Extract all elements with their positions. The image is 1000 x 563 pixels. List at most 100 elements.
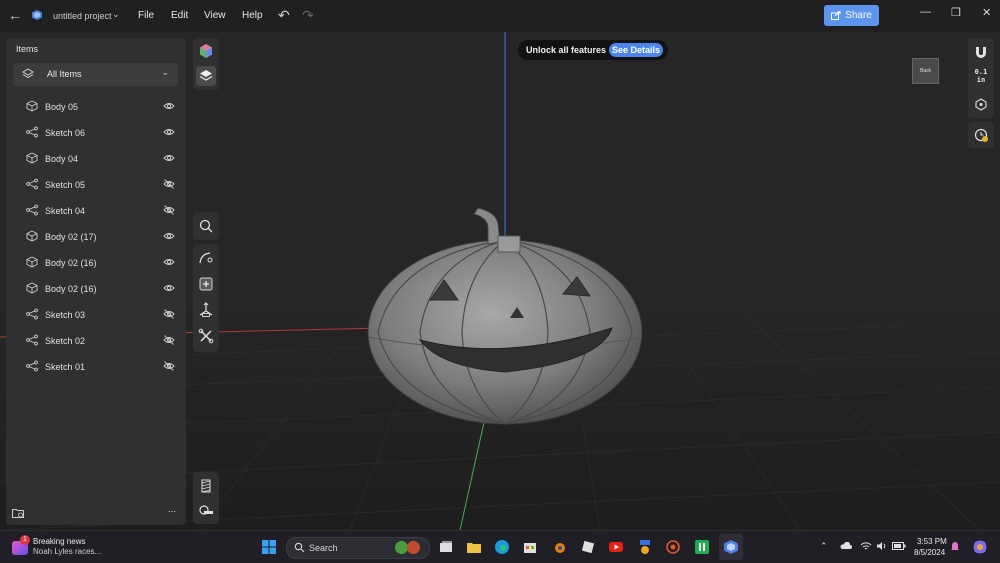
search-button[interactable] [196, 216, 216, 236]
item-row[interactable]: Sketch 04 [18, 200, 178, 222]
appearance-button[interactable] [196, 41, 216, 61]
menu-view[interactable]: View [204, 10, 226, 21]
eye-icon[interactable] [163, 153, 175, 163]
item-row[interactable]: Body 02 (17) [18, 226, 178, 248]
more-options-icon[interactable]: ... [168, 504, 176, 515]
minimize-icon[interactable]: — [920, 6, 931, 18]
measure-button[interactable] [196, 500, 216, 520]
snap-button[interactable] [971, 42, 991, 62]
sketch-nodes-icon [26, 334, 38, 346]
clock-time[interactable]: 3:53 PM [917, 537, 947, 546]
view-cube-toggle[interactable] [971, 94, 991, 114]
item-row[interactable]: Body 02 (16) [18, 252, 178, 274]
item-row[interactable]: Sketch 03 [18, 304, 178, 326]
magnet-icon [976, 47, 986, 58]
cube-gizmo-icon [975, 98, 987, 111]
body-cube-icon [26, 256, 38, 268]
wifi-icon[interactable] [860, 541, 872, 551]
undo-icon[interactable]: ↶ [278, 7, 290, 24]
tray-expand-icon[interactable]: ⌃ [820, 541, 828, 552]
item-row[interactable]: Sketch 01 [18, 356, 178, 378]
layers-button[interactable] [196, 66, 216, 86]
all-items-dropdown[interactable]: All Items ⌄ [13, 63, 178, 86]
store-icon[interactable] [522, 539, 538, 555]
copilot-icon[interactable] [972, 539, 988, 555]
news-badge: 1 [20, 535, 30, 545]
volume-icon[interactable] [876, 541, 887, 551]
menu-help[interactable]: Help [242, 10, 263, 21]
spreadsheet-app-icon[interactable] [694, 539, 710, 555]
game-app-icon[interactable] [637, 539, 653, 555]
news-subtitle[interactable]: Noah Lyles races... [33, 547, 101, 556]
redo-icon[interactable]: ↷ [302, 7, 314, 24]
layers-icon [22, 68, 34, 79]
windows-start-icon[interactable] [261, 539, 277, 555]
cad-app-icon[interactable] [723, 539, 739, 555]
share-button[interactable]: Share [824, 5, 879, 26]
item-row[interactable]: Body 02 (16) [18, 278, 178, 300]
news-title[interactable]: Breaking news [33, 537, 85, 546]
add-box-icon [199, 277, 213, 291]
battery-icon[interactable] [892, 542, 906, 550]
item-row[interactable]: Sketch 06 [18, 122, 178, 144]
body-cube-icon [26, 230, 38, 242]
body-cube-icon [26, 152, 38, 164]
item-label: Sketch 04 [45, 206, 86, 216]
eye-off-icon[interactable] [163, 179, 175, 189]
item-label: Sketch 01 [45, 362, 86, 372]
close-icon[interactable]: ✕ [982, 6, 991, 19]
item-row[interactable]: Sketch 02 [18, 330, 178, 352]
see-details-button[interactable]: See Details [609, 43, 663, 57]
onedrive-icon[interactable] [840, 542, 852, 550]
eye-off-icon[interactable] [163, 361, 175, 371]
grid-unit-readout[interactable]: 0.1 in [968, 68, 994, 84]
history-button[interactable] [196, 476, 216, 496]
item-label: Sketch 06 [45, 128, 86, 138]
youtube-icon[interactable] [608, 539, 624, 555]
eye-off-icon[interactable] [163, 335, 175, 345]
add-folder-icon[interactable] [12, 508, 24, 518]
project-name[interactable]: untitled project [53, 11, 112, 21]
eye-icon[interactable] [163, 101, 175, 111]
eye-off-icon[interactable] [163, 309, 175, 319]
transform-gizmo-icon [199, 302, 213, 317]
sketch-tool-button[interactable] [196, 248, 216, 268]
app-logo-icon [32, 10, 42, 20]
render-settings-button[interactable] [971, 125, 991, 145]
eye-icon[interactable] [163, 231, 175, 241]
menu-file[interactable]: File [138, 10, 154, 21]
menu-edit[interactable]: Edit [171, 10, 188, 21]
add-primitive-button[interactable] [196, 274, 216, 294]
taskbar-search[interactable]: Search [286, 537, 430, 559]
file-explorer-icon[interactable] [466, 539, 482, 555]
item-row[interactable]: Body 04 [18, 148, 178, 170]
eye-off-icon[interactable] [163, 205, 175, 215]
edge-browser-icon[interactable] [494, 539, 510, 555]
eye-icon[interactable] [163, 283, 175, 293]
item-row[interactable]: Body 05 [18, 96, 178, 118]
eye-icon[interactable] [163, 127, 175, 137]
bottom-toolbar [193, 472, 219, 524]
clock-warning-icon [974, 128, 988, 142]
transform-button[interactable] [196, 300, 216, 320]
task-view-icon[interactable] [438, 539, 454, 555]
blender-icon[interactable] [551, 539, 567, 555]
maximize-icon[interactable]: ❐ [951, 6, 961, 19]
notification-bell-icon[interactable] [950, 541, 960, 553]
color-cube-icon [200, 44, 212, 58]
item-row[interactable]: Sketch 05 [18, 174, 178, 196]
chevron-down-icon[interactable]: ⌄ [112, 9, 120, 20]
target-app-icon[interactable] [665, 539, 681, 555]
tools-button[interactable] [196, 326, 216, 346]
eye-icon[interactable] [163, 257, 175, 267]
item-label: Body 02 (17) [45, 232, 97, 242]
back-arrow-icon[interactable]: ← [8, 7, 22, 25]
pumpkin-model[interactable] [367, 207, 643, 425]
body-cube-icon [26, 100, 38, 112]
grid-unit-value: 0.1 [974, 68, 988, 76]
viewcube[interactable]: Back [912, 58, 939, 84]
roblox-icon[interactable] [580, 539, 596, 555]
body-cube-icon [26, 282, 38, 294]
windows-taskbar: 1 Breaking news Noah Lyles races... Sear… [0, 530, 1000, 563]
clock-date[interactable]: 8/5/2024 [914, 548, 945, 557]
